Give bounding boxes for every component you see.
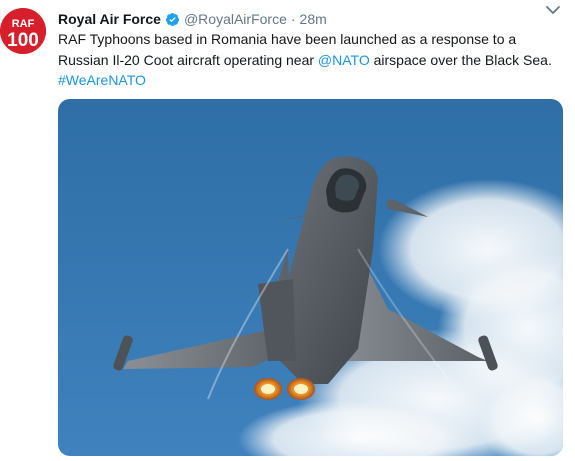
timestamp[interactable]: 28m: [300, 11, 327, 27]
mention-link[interactable]: @NATO: [318, 52, 370, 68]
tweet-text: RAF Typhoons based in Romania have been …: [58, 29, 558, 91]
avatar-text-top: RAF: [12, 18, 35, 30]
author-name[interactable]: Royal Air Force: [58, 11, 161, 27]
verified-badge-icon: [165, 12, 180, 27]
chevron-down-icon[interactable]: [545, 2, 561, 18]
tweet-header: Royal Air Force @RoyalAirForce · 28m: [58, 9, 575, 29]
separator-dot: ·: [290, 11, 296, 27]
jet-photo: [58, 99, 563, 456]
author-handle[interactable]: @RoyalAirForce: [184, 11, 287, 27]
tweet: RAF 100 Royal Air Force @RoyalAirForce ·…: [0, 0, 575, 461]
tweet-text-part2: airspace over the Black Sea.: [369, 51, 552, 68]
avatar[interactable]: RAF 100: [0, 8, 46, 54]
hashtag-link[interactable]: #WeAreNATO: [58, 72, 146, 88]
avatar-text-bottom: 100: [7, 30, 39, 51]
tweet-image[interactable]: [58, 99, 563, 456]
